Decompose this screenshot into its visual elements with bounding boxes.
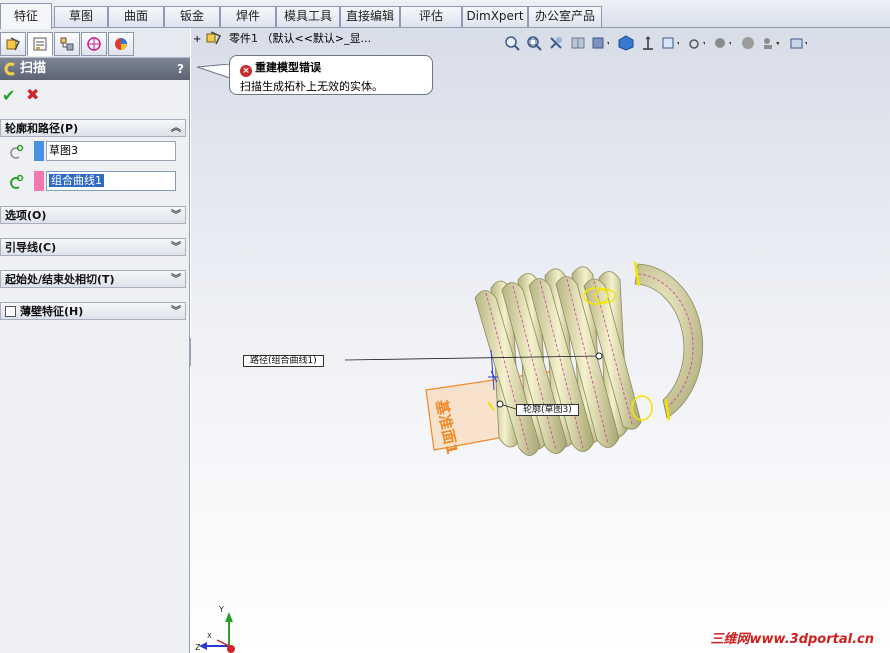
path-color-swatch (34, 171, 44, 191)
profile-color-swatch (34, 141, 44, 161)
spring-model[interactable]: 基准面1 Y Z X (191, 28, 890, 653)
collapse-up-icon[interactable]: ︽ (171, 120, 181, 137)
guide-curves-group-label: 引导线(C) (5, 241, 57, 254)
property-manager-panel: 扫描 ? ✔ ✖ 轮廓和路径(P) ︽ 草图3 组合曲线1 选项(O) ︾ 引导… (0, 28, 190, 653)
tangency-group-label: 起始处/结束处相切(T) (5, 273, 115, 286)
configuration-manager-icon[interactable] (54, 32, 80, 56)
path-selection-value: 组合曲线1 (49, 174, 104, 187)
expand-down-icon[interactable]: ︾ (171, 207, 181, 224)
thin-feature-checkbox[interactable] (5, 306, 16, 317)
tab-dimxpert[interactable]: DimXpert (462, 6, 528, 27)
dimxpert-manager-icon[interactable] (81, 32, 107, 56)
tab-evaluate[interactable]: 评估 (400, 6, 462, 27)
profile-icon (5, 144, 25, 160)
tab-features[interactable]: 特征 (0, 3, 52, 29)
path-selection-box[interactable]: 组合曲线1 (46, 171, 176, 191)
profile-path-group-header[interactable]: 轮廓和路径(P) ︽ (0, 119, 186, 137)
help-button[interactable]: ? (177, 58, 184, 80)
tab-sketch[interactable]: 草图 (54, 6, 108, 27)
expand-down-icon[interactable]: ︾ (171, 303, 181, 320)
expand-down-icon[interactable]: ︾ (171, 271, 181, 288)
guide-curves-group-header[interactable]: 引导线(C) ︾ (0, 238, 186, 256)
profile-selection-row: 草图3 (0, 140, 186, 164)
spring-coils[interactable] (474, 266, 642, 456)
graphics-area[interactable]: + 零件1 （默认<<默认>_显... × 重建模型错误 扫描生成拓朴上无效的实体… (191, 28, 890, 653)
path-callout-label[interactable]: 路径(组合曲线1) (243, 355, 324, 367)
options-group-header[interactable]: 选项(O) ︾ (0, 206, 186, 224)
display-manager-icon[interactable] (108, 32, 134, 56)
expand-down-icon[interactable]: ︾ (171, 239, 181, 256)
triad-x-label: X (207, 632, 212, 640)
tab-sheet-metal[interactable]: 钣金 (164, 6, 220, 27)
triad-y-label: Y (218, 605, 224, 614)
thin-feature-group-header[interactable]: 薄壁特征(H) ︾ (0, 302, 186, 320)
property-manager-title: 扫描 (20, 61, 47, 76)
command-manager-tabs: 特征 草图 曲面 钣金 焊件 模具工具 直接编辑 评估 DimXpert 办公室… (0, 0, 890, 29)
options-group-label: 选项(O) (5, 209, 47, 222)
tab-surfaces[interactable]: 曲面 (108, 6, 164, 27)
cancel-button[interactable]: ✖ (26, 85, 39, 104)
sweep-header: 扫描 ? (0, 58, 190, 80)
profile-callout-label[interactable]: 轮廓(草图3) (516, 404, 579, 416)
thin-feature-group-label: 薄壁特征(H) (20, 305, 84, 318)
profile-selection-box[interactable]: 草图3 (46, 141, 176, 161)
tab-mold-tools[interactable]: 模具工具 (276, 6, 340, 27)
manager-tabs (0, 28, 190, 58)
watermark-text: 三维网www.3dportal.cn (710, 632, 874, 647)
tab-office-products[interactable]: 办公室产品 (528, 6, 602, 27)
triad-z-label: Z (195, 643, 201, 652)
tab-direct-editing[interactable]: 直接编辑 (340, 6, 400, 27)
sweep-icon (3, 62, 17, 76)
feature-manager-icon[interactable] (0, 32, 26, 56)
reference-triad[interactable]: Y Z X (195, 605, 235, 653)
tangency-group-header[interactable]: 起始处/结束处相切(T) ︾ (0, 270, 186, 288)
tab-weldments[interactable]: 焊件 (220, 6, 276, 27)
path-selection-row: 组合曲线1 (0, 170, 186, 194)
profile-selection-value: 草图3 (49, 144, 78, 157)
profile-path-group-label: 轮廓和路径(P) (5, 122, 79, 135)
ok-button[interactable]: ✔ (2, 86, 15, 105)
path-icon (5, 174, 25, 190)
property-manager-icon[interactable] (27, 32, 53, 56)
profile-path-group-body: 草图3 组合曲线1 (0, 138, 186, 198)
